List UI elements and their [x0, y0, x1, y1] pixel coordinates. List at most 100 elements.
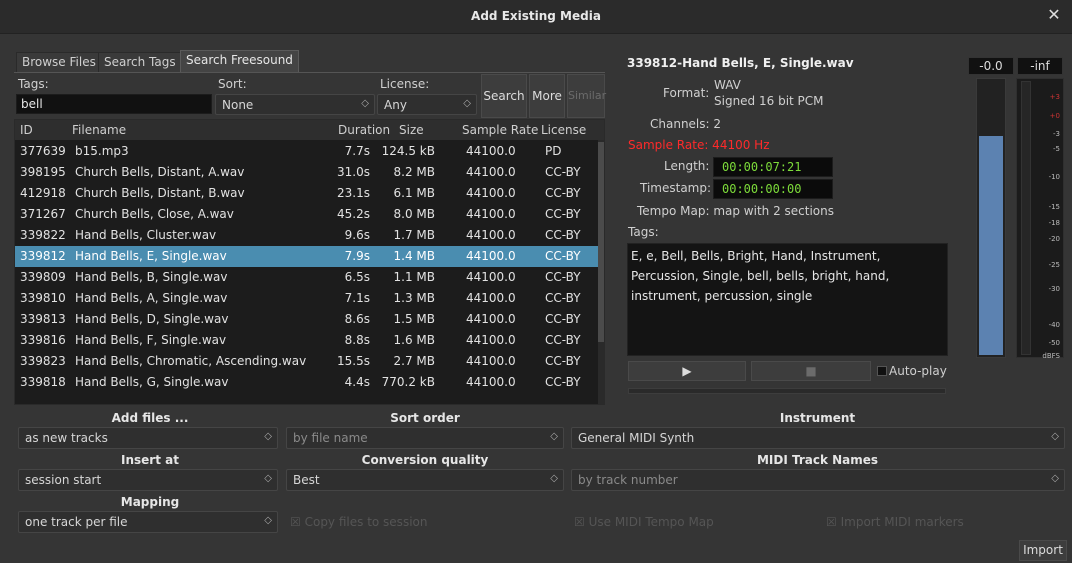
search-button[interactable]: Search [481, 74, 527, 118]
cell-license: CC-BY [545, 186, 581, 200]
meter-scale-label: -10 [1048, 173, 1060, 181]
header-id[interactable]: ID [20, 123, 33, 137]
tab-search-tags[interactable]: Search Tags [98, 52, 182, 72]
add-files-value: as new tracks [25, 431, 108, 445]
cell-duration: 8.6s [344, 312, 370, 326]
add-files-select[interactable]: as new tracks ◇ [18, 427, 278, 449]
cell-license: PD [545, 144, 562, 158]
results-table[interactable]: ID Filename Duration Size Sample Rate Li… [14, 119, 605, 405]
table-row[interactable]: 371267 Church Bells, Close, A.wav 45.2s 8.0… [15, 204, 604, 225]
cell-filename: b15.mp3 [75, 144, 129, 158]
chevron-updown-icon: ◇ [463, 98, 471, 109]
play-icon: ▶ [682, 364, 692, 378]
conversion-heading: Conversion quality [361, 453, 489, 467]
table-row[interactable]: 339809 Hand Bells, B, Single.wav 6.5s 1.1 M… [15, 267, 604, 288]
cell-id: 339822 [20, 228, 66, 242]
checkbox-icon: ☒ [290, 515, 301, 529]
cell-id: 339816 [20, 333, 66, 347]
midi-names-heading: MIDI Track Names [756, 453, 879, 467]
format-line1: WAV [714, 78, 741, 92]
midi-names-select[interactable]: by track number ◇ [571, 469, 1065, 491]
cell-duration: 45.2s [337, 207, 370, 221]
cell-sample-rate: 44100.0 [466, 144, 516, 158]
cell-filename: Church Bells, Distant, A.wav [75, 165, 245, 179]
import-button[interactable]: Import [1019, 540, 1067, 561]
cell-sample-rate: 44100.0 [466, 333, 516, 347]
header-duration[interactable]: Duration [338, 123, 390, 137]
cell-sample-rate: 44100.0 [466, 270, 516, 284]
table-row[interactable]: 398195 Church Bells, Distant, A.wav 31.0s 8… [15, 162, 604, 183]
cell-filename: Church Bells, Distant, B.wav [75, 186, 245, 200]
instrument-select[interactable]: General MIDI Synth ◇ [571, 427, 1065, 449]
chevron-updown-icon: ◇ [550, 473, 558, 484]
table-row[interactable]: 339816 Hand Bells, F, Single.wav 8.8s 1.6 M… [15, 330, 604, 351]
header-size[interactable]: Size [399, 123, 424, 137]
tab-browse-files[interactable]: Browse Files [16, 52, 102, 72]
sort-select[interactable]: None ◇ [215, 94, 375, 115]
tags-heading: Tags: [628, 225, 659, 239]
checkbox-icon: ☒ [574, 515, 585, 529]
insert-at-select[interactable]: session start ◇ [18, 469, 278, 491]
similar-button[interactable]: Similar [567, 74, 606, 118]
header-filename[interactable]: Filename [72, 123, 126, 137]
sort-label: Sort: [218, 77, 247, 91]
header-sample-rate[interactable]: Sample Rate [462, 123, 538, 137]
cell-id: 339813 [20, 312, 66, 326]
cell-filename: Hand Bells, Chromatic, Ascending.wav [75, 354, 307, 368]
meter-scale-label: -30 [1048, 285, 1060, 293]
meter-scale-label: +0 [1049, 112, 1060, 120]
import-markers-label: Import MIDI markers [840, 515, 964, 529]
tags-textarea[interactable]: E, e, Bell, Bells, Bright, Hand, Instrum… [627, 243, 948, 356]
add-files-heading: Add files ... [111, 411, 189, 425]
cell-license: CC-BY [545, 228, 581, 242]
sort-order-select[interactable]: by file name ◇ [286, 427, 564, 449]
autoplay-checkbox[interactable] [877, 366, 887, 376]
window-title: Add Existing Media [471, 9, 601, 23]
cell-id: 339818 [20, 375, 66, 389]
meter-scale-label: -15 [1048, 203, 1060, 211]
table-row[interactable]: 339823 Hand Bells, Chromatic, Ascending.w… [15, 351, 604, 372]
cell-license: CC-BY [545, 291, 581, 305]
table-row[interactable]: 339813 Hand Bells, D, Single.wav 8.6s 1.5 M… [15, 309, 604, 330]
meter-scale-label: +3 [1049, 93, 1060, 101]
stop-button[interactable]: ■ [751, 361, 871, 381]
checkbox-icon: ☒ [826, 515, 837, 529]
conversion-value: Best [293, 473, 320, 487]
peak-left-display[interactable]: -0.0 [968, 57, 1014, 75]
cell-size: 1.4 MB [393, 249, 435, 263]
cell-duration: 15.5s [337, 354, 370, 368]
tempo-map-text: Tempo Map: map with 2 sections [637, 204, 834, 218]
conversion-select[interactable]: Best ◇ [286, 469, 564, 491]
close-icon[interactable]: ✕ [1044, 5, 1064, 25]
table-row[interactable]: 412918 Church Bells, Distant, B.wav 23.1s 6… [15, 183, 604, 204]
cell-size: 8.0 MB [393, 207, 435, 221]
tab-search-freesound[interactable]: Search Freesound [180, 50, 299, 72]
import-markers-checkbox[interactable]: ☒ Import MIDI markers [826, 515, 964, 529]
copy-files-checkbox[interactable]: ☒ Copy files to session [290, 515, 427, 529]
tags-input[interactable]: bell [16, 94, 212, 114]
meter-scale-label: -18 [1048, 219, 1060, 227]
chevron-updown-icon: ◇ [550, 431, 558, 442]
play-button[interactable]: ▶ [628, 361, 746, 381]
table-row[interactable]: 377639 b15.mp3 7.7s 124.5 kB 44100.0 PD [15, 141, 604, 162]
license-select[interactable]: Any ◇ [377, 94, 477, 115]
header-license[interactable]: License [541, 123, 586, 137]
sort-order-heading: Sort order [390, 411, 460, 425]
table-row[interactable]: 339812 Hand Bells, E, Single.wav 7.9s 1.4 M… [15, 246, 604, 267]
length-label: Length: [664, 159, 710, 173]
use-tempo-map-checkbox[interactable]: ☒ Use MIDI Tempo Map [574, 515, 714, 529]
table-row[interactable]: 339818 Hand Bells, G, Single.wav 4.4s 770.2… [15, 372, 604, 393]
cell-filename: Hand Bells, F, Single.wav [75, 333, 227, 347]
more-button[interactable]: More [529, 74, 565, 118]
cell-sample-rate: 44100.0 [466, 375, 516, 389]
peak-right-display[interactable]: -inf [1017, 57, 1063, 75]
table-row[interactable]: 339822 Hand Bells, Cluster.wav 9.6s 1.7 MB 4… [15, 225, 604, 246]
table-scrollbar[interactable] [598, 140, 604, 404]
mapping-select[interactable]: one track per file ◇ [18, 511, 278, 533]
cell-size: 8.2 MB [393, 165, 435, 179]
seek-slider[interactable] [628, 388, 946, 394]
cell-size: 1.3 MB [393, 291, 435, 305]
table-row[interactable]: 339810 Hand Bells, A, Single.wav 7.1s 1.3 M… [15, 288, 604, 309]
cell-size: 1.6 MB [393, 333, 435, 347]
instrument-heading: Instrument [779, 411, 856, 425]
